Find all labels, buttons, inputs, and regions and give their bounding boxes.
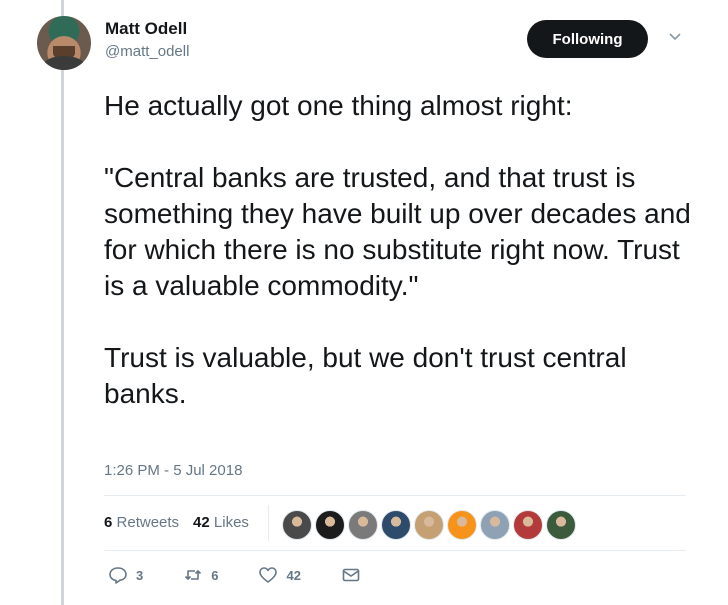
tweet-paragraph-3: Trust is valuable, but we don't trust ce… (104, 342, 627, 409)
tweet-actions: 3 6 42 (108, 565, 409, 585)
avatar-shirt (43, 56, 85, 70)
reply-count: 3 (136, 567, 144, 583)
liker-avatar[interactable] (447, 510, 477, 540)
retweets-label: Retweets (116, 514, 180, 531)
divider-top (104, 495, 686, 496)
likes-count: 42 (193, 514, 210, 531)
reply-action[interactable]: 3 (108, 565, 143, 585)
liker-avatar[interactable] (348, 510, 378, 540)
reply-icon (109, 567, 127, 584)
liker-avatar[interactable] (381, 510, 411, 540)
retweets-count: 6 (104, 514, 113, 531)
liker-avatar[interactable] (315, 510, 345, 540)
thread-line (61, 0, 64, 605)
tweet-text: He actually got one thing almost right: … (104, 88, 704, 412)
following-button[interactable]: Following (527, 20, 648, 58)
author-avatar[interactable] (37, 16, 91, 70)
author-name[interactable]: Matt Odell (105, 19, 187, 39)
divider-bottom (104, 550, 686, 551)
chevron-down-icon[interactable] (667, 30, 683, 44)
message-action[interactable] (341, 565, 369, 585)
like-action[interactable]: 42 (258, 565, 301, 585)
like-icon (259, 567, 278, 583)
tweet-timestamp[interactable]: 1:26 PM - 5 Jul 2018 (104, 462, 242, 479)
message-icon (342, 568, 360, 582)
retweet-action[interactable]: 6 (183, 565, 218, 585)
liker-avatar[interactable] (546, 510, 576, 540)
liker-avatars (282, 510, 579, 540)
likes-label: Likes (213, 514, 249, 531)
liker-avatar[interactable] (414, 510, 444, 540)
likes-stat[interactable]: 42 Likes (193, 514, 249, 531)
liker-avatar[interactable] (513, 510, 543, 540)
stats-separator (268, 505, 269, 541)
author-handle[interactable]: @matt_odell (105, 43, 189, 60)
tweet-paragraph-2: "Central banks are trusted, and that tru… (104, 162, 691, 301)
retweets-stat[interactable]: 6 Retweets (104, 514, 179, 531)
tweet-paragraph-1: He actually got one thing almost right: (104, 90, 573, 121)
tweet-stats: 6 Retweets 42 Likes (104, 514, 249, 531)
liker-avatar[interactable] (282, 510, 312, 540)
liker-avatar[interactable] (480, 510, 510, 540)
retweet-icon (185, 570, 202, 580)
retweet-count: 6 (211, 567, 219, 583)
like-count: 42 (286, 567, 301, 583)
